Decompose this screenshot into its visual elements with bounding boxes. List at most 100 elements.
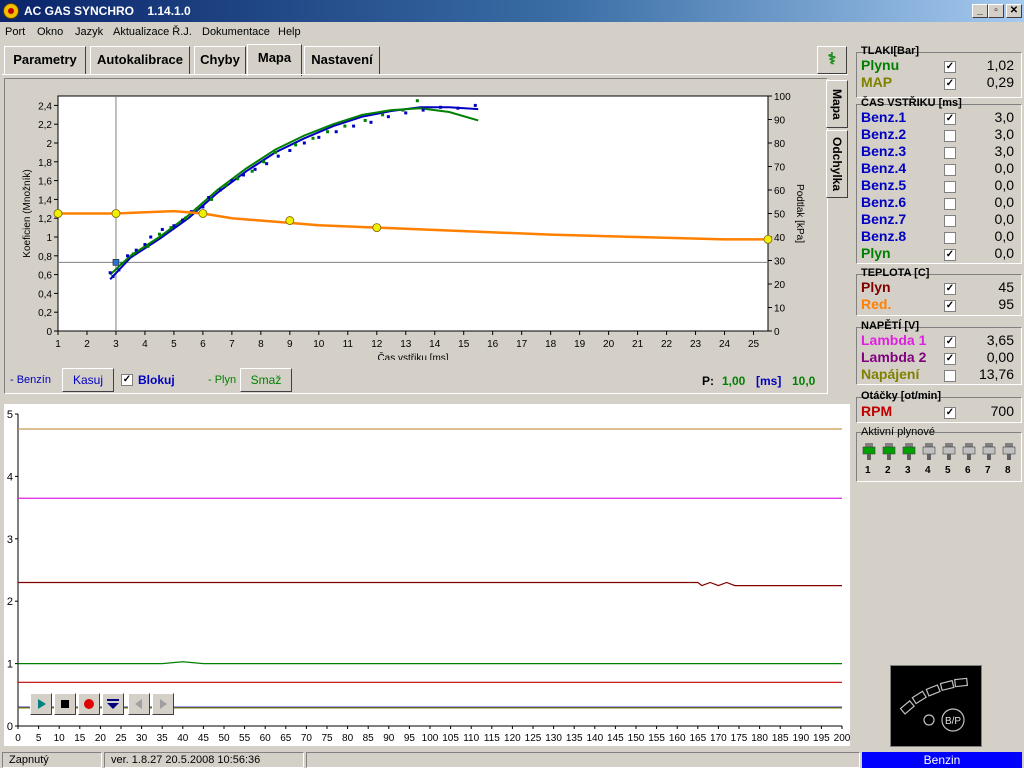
x-tick-label: 11 xyxy=(343,339,354,350)
record-icon xyxy=(84,699,94,709)
y2-tick-label: 40 xyxy=(774,233,786,244)
injector-icon xyxy=(862,443,876,460)
map-chart[interactable]: 1 2 3 4 5 6 7 8 9 10 11 12 13 14 15 16 17 18 19 20 21 22 23 24 2… xyxy=(6,82,806,360)
tool-wrench-button[interactable]: ⚕ xyxy=(817,46,847,74)
window-title: AC GAS SYNCHRO 1.14.1.0 xyxy=(24,4,191,18)
row-value-injection: 0,0 xyxy=(994,160,1014,176)
voltage-title: NAPĚTÍ [V] xyxy=(861,320,920,332)
y-tick-label: 1,6 xyxy=(38,177,52,188)
save-record-button[interactable] xyxy=(102,693,124,715)
kasuj-button[interactable]: Kasuj xyxy=(62,368,114,392)
injector-icon xyxy=(942,443,956,460)
data-point xyxy=(415,99,419,103)
y2-tick-label: 50 xyxy=(774,210,786,221)
x-tick-label: 10 xyxy=(313,339,325,350)
trend-x-tick-label: 185 xyxy=(772,733,789,744)
data-point xyxy=(169,226,173,230)
row-label-injection: Benz.6 xyxy=(861,194,907,210)
prev-button[interactable] xyxy=(128,693,150,715)
data-point xyxy=(157,232,161,236)
benzin-legend: - Benzín xyxy=(10,374,51,386)
y2-tick-label: 0 xyxy=(774,327,780,338)
data-point xyxy=(146,244,150,248)
menu-help[interactable]: Help xyxy=(278,26,301,38)
smaz-button[interactable]: Smaž xyxy=(240,368,292,392)
tab-parametry[interactable]: Parametry xyxy=(4,46,86,74)
tab-nastaveni[interactable]: Nastavení xyxy=(304,46,380,74)
row-label-injection: Benz.2 xyxy=(861,126,907,142)
injector-label: 8 xyxy=(1005,465,1011,476)
injector-label: 5 xyxy=(945,465,951,476)
data-point xyxy=(160,227,164,231)
y-tick-label: 1 xyxy=(46,233,52,244)
trend-x-tick-label: 65 xyxy=(280,733,292,744)
data-point xyxy=(210,197,214,201)
record-button[interactable] xyxy=(78,693,100,715)
menu-jazyk[interactable]: Jazyk xyxy=(75,26,103,38)
row-value-temperature: 45 xyxy=(998,279,1014,295)
row-label-injection: Benz.7 xyxy=(861,211,907,227)
row-value-pressure: 1,02 xyxy=(986,57,1014,73)
tabs-divider xyxy=(2,74,848,75)
status-version: ver. 1.8.27 20.5.2008 10:56:36 xyxy=(104,752,304,768)
trend-y-tick-label: 3 xyxy=(7,534,13,546)
pressure-marker[interactable] xyxy=(285,216,295,225)
pressure-marker[interactable] xyxy=(53,209,63,218)
x-tick-label: 1 xyxy=(55,339,61,350)
p-value: 1,00 xyxy=(722,374,746,388)
tab-mapa[interactable]: Mapa xyxy=(247,44,302,76)
blokuj-checkbox[interactable]: ✓ xyxy=(121,374,133,386)
data-point xyxy=(236,177,240,181)
pressure-marker[interactable] xyxy=(198,209,208,218)
injection-title: ČAS VSTŘIKU [ms] xyxy=(861,97,962,109)
data-point xyxy=(172,224,176,228)
tab-autokalibrace[interactable]: Autokalibrace xyxy=(90,46,190,74)
menu-okno[interactable]: Okno xyxy=(37,26,63,38)
menu-dokumentace[interactable]: Dokumentace xyxy=(202,26,270,38)
injector-icon xyxy=(922,443,936,460)
y-tick-label: 1,4 xyxy=(38,195,52,206)
y2-tick-label: 10 xyxy=(774,304,786,315)
injector-5 xyxy=(940,442,958,465)
x-tick-label: 2 xyxy=(84,339,90,350)
pressure-marker[interactable] xyxy=(111,209,121,218)
restore-button[interactable]: ▫ xyxy=(988,4,1004,18)
x-tick-label: 5 xyxy=(171,339,177,350)
injector-label: 1 xyxy=(865,465,871,476)
play-button[interactable] xyxy=(30,693,52,715)
bp-switch[interactable]: B/P xyxy=(890,665,982,747)
pressure-marker[interactable] xyxy=(372,223,382,233)
app-icon xyxy=(3,3,19,19)
row-label-temperature: Red. xyxy=(861,296,892,312)
trend-x-tick-label: 115 xyxy=(484,733,500,744)
cursor-marker[interactable] xyxy=(112,259,120,266)
close-button[interactable]: ✕ xyxy=(1006,4,1022,18)
x-tick-label: 8 xyxy=(258,339,264,350)
tab-chyby[interactable]: Chyby xyxy=(194,46,246,74)
arrow-right-icon xyxy=(160,699,167,709)
title-bar: AC GAS SYNCHRO 1.14.1.0 _ ▫ ✕ xyxy=(0,0,1024,22)
next-button[interactable] xyxy=(152,693,174,715)
data-point xyxy=(149,235,153,239)
row-value-voltage: 3,65 xyxy=(986,332,1014,348)
y2-tick-label: 90 xyxy=(774,116,786,127)
trend-x-tick-label: 60 xyxy=(260,733,272,744)
trend-x-tick-label: 30 xyxy=(136,733,148,744)
y-tick-label: 0,6 xyxy=(38,271,52,282)
trend-x-tick-label: 135 xyxy=(566,733,583,744)
minimize-button[interactable]: _ xyxy=(972,4,988,18)
side-tab-mapa[interactable]: Mapa xyxy=(826,80,848,128)
menu-aktualizace[interactable]: Aktualizace Ř.J. xyxy=(113,26,192,38)
x-axis-label: Čas vstřiku [ms] xyxy=(377,351,448,360)
y-tick-label: 0,4 xyxy=(38,289,52,300)
trend-x-tick-label: 50 xyxy=(218,733,230,744)
trend-x-tick-label: 165 xyxy=(689,733,706,744)
side-tab-odchylka[interactable]: Odchylka xyxy=(826,130,848,198)
injector-2 xyxy=(880,442,898,465)
data-point xyxy=(326,130,330,134)
trend-x-tick-label: 155 xyxy=(648,733,665,744)
y2-tick-label: 70 xyxy=(774,163,786,174)
stop-button[interactable] xyxy=(54,693,76,715)
menu-port[interactable]: Port xyxy=(5,26,25,38)
pressure-marker[interactable] xyxy=(763,234,773,244)
